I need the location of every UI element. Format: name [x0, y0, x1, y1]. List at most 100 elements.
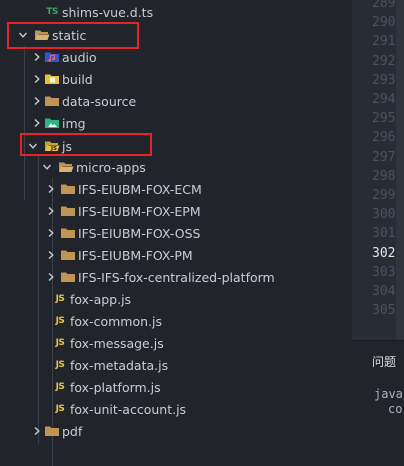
tree-item-label: build	[62, 71, 93, 87]
line-number: 297	[372, 149, 396, 165]
line-number: 303	[372, 264, 396, 280]
tree-item-label: fox-message.js	[70, 335, 164, 351]
file-type-badge: JS	[55, 360, 65, 370]
line-number: 294	[372, 92, 396, 107]
tree-item-label: IFS-EIUBM-FOX-PM	[78, 247, 193, 263]
javascript-file-icon: JS	[52, 357, 68, 373]
folder-item-pdf[interactable]: pdf	[0, 420, 352, 442]
file-type-badge: JS	[55, 338, 65, 348]
tree-item-label: img	[62, 115, 86, 131]
bottom-panel: 问题 java co	[352, 340, 404, 434]
svg-text:JS: JS	[50, 146, 57, 152]
folder-item-static[interactable]: static	[0, 24, 352, 46]
tree-item-label: pdf	[62, 423, 83, 439]
line-number: 289	[372, 0, 396, 11]
tree-item-label: IFS-IFS-fox-centralized-platform	[78, 269, 275, 285]
chevron-down-icon[interactable]	[16, 24, 30, 46]
tree-item-label: js	[62, 138, 72, 154]
line-number: 304	[372, 284, 396, 299]
tree-item-label: fox-common.js	[70, 313, 162, 329]
tree-item-label: fox-unit-account.js	[70, 401, 187, 417]
tree-item-label: micro-apps	[76, 159, 146, 175]
editor-scrollbar[interactable]	[396, 0, 404, 340]
folder-item-ifs-eiubm-fox-oss[interactable]: IFS-EIUBM-FOX-OSS	[0, 222, 352, 244]
line-number: 292	[372, 53, 396, 69]
file-item-fox-common-js[interactable]: JS fox-common.js	[0, 310, 352, 332]
chevron-right-icon[interactable]	[30, 420, 44, 442]
tree-item-label: IFS-EIUBM-FOX-ECM	[78, 181, 202, 197]
panel-output-line: co	[388, 402, 403, 416]
tree-item-label: data-source	[62, 93, 137, 109]
folder-item-ifs-ifs-fox-centralized-platform[interactable]: IFS-IFS-fox-centralized-platform	[0, 266, 352, 288]
chevron-right-icon[interactable]	[30, 112, 44, 134]
javascript-file-icon: JS	[52, 401, 68, 417]
line-number: 300	[372, 207, 396, 223]
chevron-right-icon[interactable]	[30, 68, 44, 90]
panel-output-line: java	[374, 387, 403, 401]
tree-item-label: fox-metadata.js	[70, 357, 169, 373]
javascript-file-icon: JS	[52, 313, 68, 329]
chevron-right-icon[interactable]	[44, 200, 58, 222]
line-number: 298	[372, 168, 396, 184]
file-type-badge: JS	[55, 404, 65, 414]
chevron-right-icon[interactable]	[44, 244, 58, 266]
javascript-file-icon: JS	[52, 335, 68, 351]
chevron-right-icon[interactable]	[44, 266, 58, 288]
folder-item-ifs-eiubm-fox-ecm[interactable]: IFS-EIUBM-FOX-ECM	[0, 178, 352, 200]
line-number: 302	[372, 245, 396, 261]
folder-icon	[60, 269, 76, 285]
chevron-right-icon[interactable]	[44, 222, 58, 244]
folder-item-data-source[interactable]: data-source	[0, 90, 352, 112]
tree-item-label: fox-app.js	[70, 291, 132, 307]
folder-item-js[interactable]: JS js	[0, 135, 352, 157]
folder-item-build[interactable]: build	[0, 68, 352, 90]
folder-item-img[interactable]: img	[0, 112, 352, 134]
line-number: 295	[372, 111, 396, 127]
line-number: 305	[372, 303, 396, 319]
build-folder-icon	[44, 71, 60, 87]
file-type-badge: JS	[55, 316, 65, 326]
image-folder-icon	[44, 115, 60, 131]
chevron-right-icon[interactable]	[30, 46, 44, 68]
chevron-down-icon[interactable]	[40, 156, 54, 178]
folder-item-ifs-eiubm-fox-epm[interactable]: IFS-EIUBM-FOX-EPM	[0, 200, 352, 222]
file-item-fox-metadata-js[interactable]: JS fox-metadata.js	[0, 354, 352, 376]
folder-icon	[60, 181, 76, 197]
file-item-shims-vue-d-ts[interactable]: TS shims-vue.d.ts	[0, 1, 352, 23]
tree-item-label: static	[52, 27, 87, 43]
file-item-fox-message-js[interactable]: JS fox-message.js	[0, 332, 352, 354]
problems-tab[interactable]: 问题	[372, 353, 396, 370]
folder-icon	[60, 225, 76, 241]
chevron-right-icon[interactable]	[44, 178, 58, 200]
line-number: 296	[372, 130, 396, 146]
line-number: 299	[372, 188, 396, 203]
file-item-fox-unit-account-js[interactable]: JS fox-unit-account.js	[0, 398, 352, 420]
javascript-file-icon: JS	[52, 379, 68, 395]
tree-item-label: shims-vue.d.ts	[62, 4, 154, 20]
folder-item-ifs-eiubm-fox-pm[interactable]: IFS-EIUBM-FOX-PM	[0, 244, 352, 266]
folder-icon	[60, 203, 76, 219]
file-item-fox-platform-js[interactable]: JS fox-platform.js	[0, 376, 352, 398]
line-number: 301	[372, 226, 396, 242]
file-item-fox-app-js[interactable]: JS fox-app.js	[0, 288, 352, 310]
folder-icon	[44, 93, 60, 109]
tree-item-label: IFS-EIUBM-FOX-EPM	[78, 203, 201, 219]
folder-item-micro-apps[interactable]: micro-apps	[0, 156, 352, 178]
javascript-file-icon: JS	[52, 291, 68, 307]
chevron-down-icon[interactable]	[26, 135, 40, 157]
file-type-badge: JS	[55, 294, 65, 304]
line-number: 290	[372, 15, 396, 31]
folder-icon	[44, 423, 60, 439]
js-folder-open-icon: JS	[44, 138, 60, 154]
chevron-right-icon[interactable]	[30, 90, 44, 112]
folder-icon	[60, 247, 76, 263]
tree-item-label: IFS-EIUBM-FOX-OSS	[78, 225, 201, 241]
file-type-badge: TS	[46, 7, 58, 17]
editor-line-gutter: 289 290 291 292 293 294 295 296 297 298 299 300 301 3…	[352, 0, 404, 340]
folder-open-icon	[58, 159, 74, 175]
line-number: 291	[372, 34, 396, 50]
tree-item-label: audio	[62, 49, 97, 65]
file-type-badge: JS	[55, 382, 65, 392]
folder-item-audio[interactable]: audio	[0, 46, 352, 68]
audio-folder-icon	[44, 49, 60, 65]
